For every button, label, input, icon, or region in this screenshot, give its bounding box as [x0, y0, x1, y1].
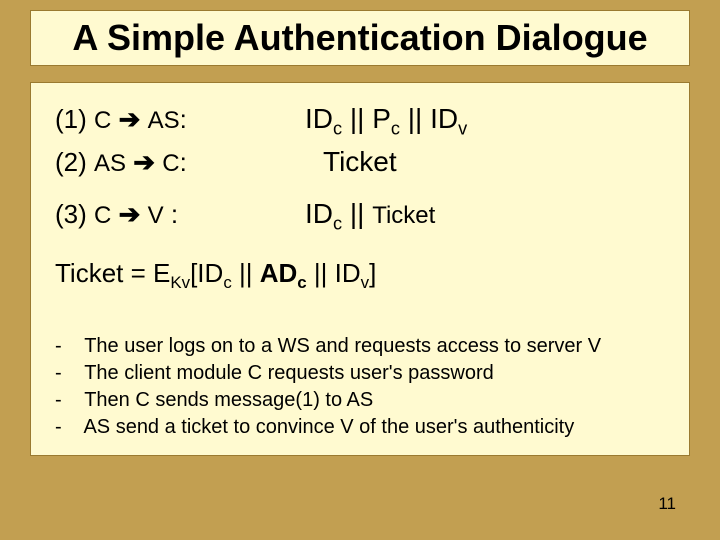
- protocol-steps: (1) C ➔ AS:IDc || Pc || IDv(2) AS ➔ C:Ti…: [55, 97, 665, 235]
- explanation-item: - Then C sends message(1) to AS: [55, 387, 665, 414]
- protocol-step-left: (3) C ➔ V :: [55, 194, 305, 234]
- slide: A Simple Authentication Dialogue (1) C ➔…: [0, 0, 720, 540]
- explanation-item: - AS send a ticket to convince V of the …: [55, 414, 665, 441]
- explanation-list: - The user logs on to a WS and requests …: [55, 333, 665, 441]
- protocol-step: (3) C ➔ V :IDc || Ticket: [55, 192, 665, 235]
- protocol-step-left: (1) C ➔ AS:: [55, 99, 305, 139]
- protocol-step: (2) AS ➔ C:Ticket: [55, 140, 665, 183]
- protocol-step-message: IDc || Pc || IDv: [305, 97, 665, 140]
- ticket-definition: Ticket = EKv[IDc || ADc || IDv]: [55, 253, 665, 295]
- arrow-icon: ➔: [133, 147, 155, 177]
- slide-title: A Simple Authentication Dialogue: [41, 17, 679, 59]
- page-number: 11: [658, 494, 676, 514]
- protocol-step-left: (2) AS ➔ C:: [55, 142, 305, 182]
- protocol-step: (1) C ➔ AS:IDc || Pc || IDv: [55, 97, 665, 140]
- explanation-item: - The user logs on to a WS and requests …: [55, 333, 665, 360]
- protocol-step-message: IDc || Ticket: [305, 192, 665, 235]
- explanation-item: - The client module C requests user's pa…: [55, 360, 665, 387]
- content-box: (1) C ➔ AS:IDc || Pc || IDv(2) AS ➔ C:Ti…: [30, 82, 690, 456]
- arrow-icon: ➔: [119, 199, 141, 229]
- protocol-step-message: Ticket: [305, 140, 665, 183]
- title-box: A Simple Authentication Dialogue: [30, 10, 690, 66]
- arrow-icon: ➔: [119, 104, 141, 134]
